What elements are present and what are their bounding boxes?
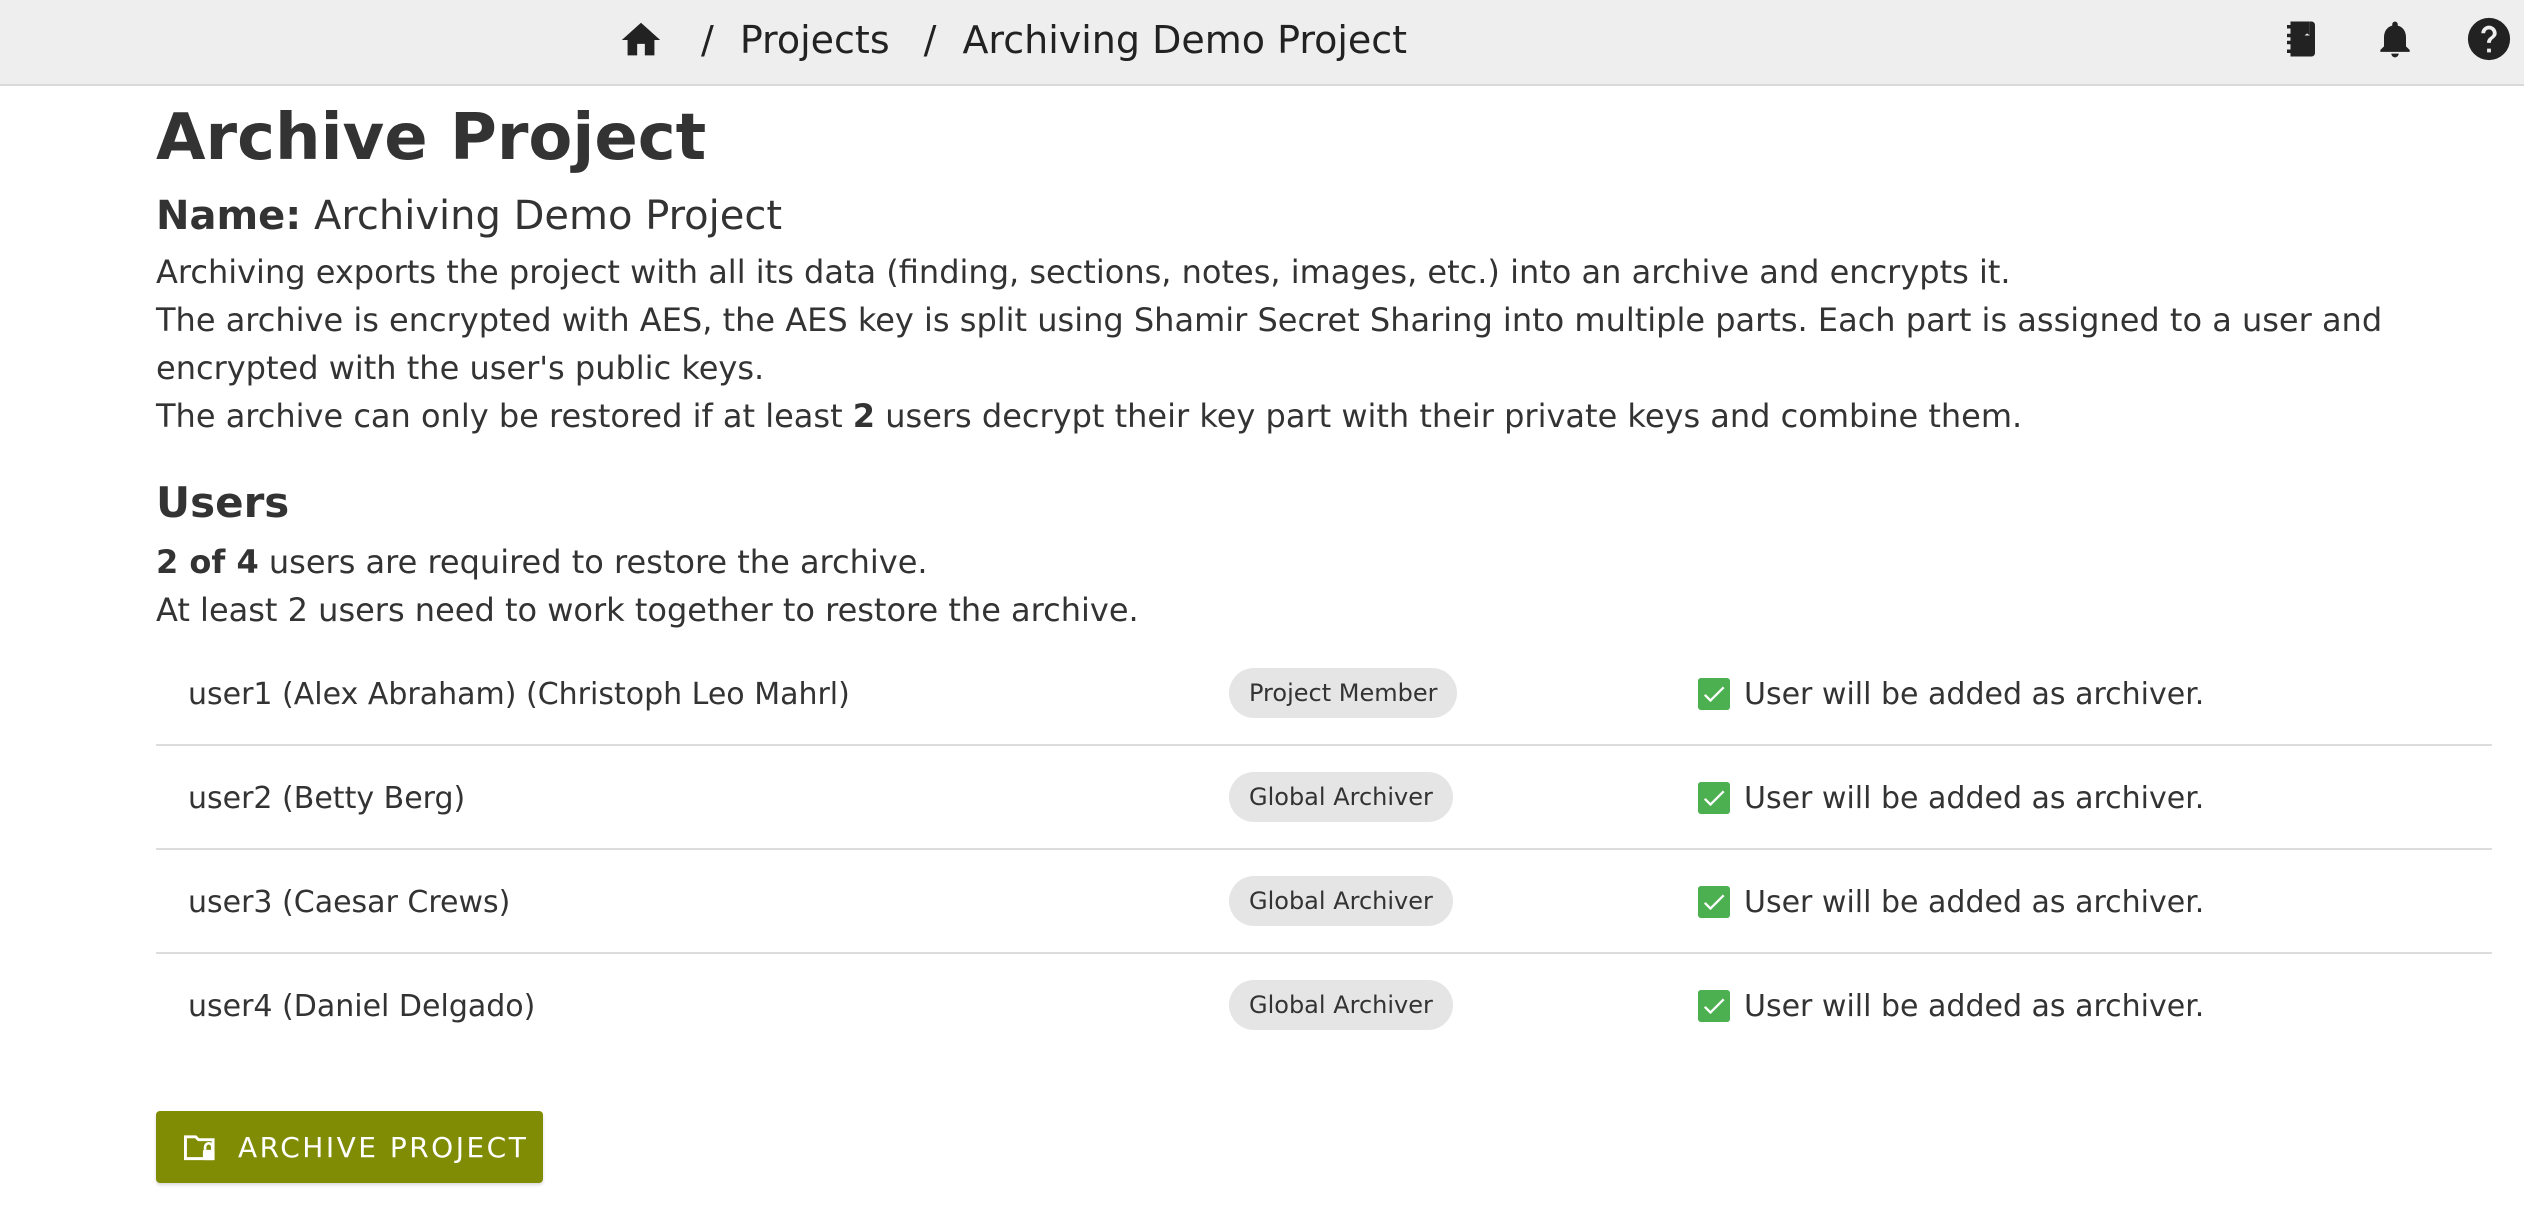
users-list: user1 (Alex Abraham) (Christoph Leo Mahr… <box>156 642 2492 1058</box>
threshold-count: 2 <box>852 397 876 435</box>
description-line-3: The archive can only be restored if at l… <box>156 392 2496 440</box>
breadcrumb-projects[interactable]: Projects <box>740 18 890 62</box>
role-chip: Project Member <box>1229 668 1458 718</box>
user-name: user1 (Alex Abraham) (Christoph Leo Mahr… <box>188 676 850 712</box>
checkbox-checked-icon <box>1698 886 1730 918</box>
role-chip: Global Archiver <box>1229 980 1453 1030</box>
breadcrumb-separator: / <box>701 18 714 62</box>
user-row: user4 (Daniel Delgado) Global Archiver U… <box>156 954 2492 1058</box>
breadcrumb-separator: / <box>923 18 937 62</box>
checkbox-checked-icon <box>1698 782 1730 814</box>
required-count: 2 of 4 <box>156 543 259 581</box>
breadcrumb-current-project[interactable]: Archiving Demo Project <box>962 18 1407 62</box>
description-line-3-prefix: The archive can only be restored if at l… <box>156 397 853 435</box>
role-chip: Global Archiver <box>1229 772 1453 822</box>
breadcrumb: / Projects / Archiving Demo Project <box>615 0 1407 80</box>
users-heading: Users <box>156 478 290 527</box>
notebook-icon[interactable] <box>2276 14 2326 64</box>
user-name: user2 (Betty Berg) <box>188 780 466 816</box>
user-row: user1 (Alex Abraham) (Christoph Leo Mahr… <box>156 642 2492 746</box>
archiver-status: User will be added as archiver. <box>1698 642 2204 746</box>
archiver-status-text: User will be added as archiver. <box>1744 780 2205 816</box>
user-row: user3 (Caesar Crews) Global Archiver Use… <box>156 850 2492 954</box>
user-name: user4 (Daniel Delgado) <box>188 988 536 1024</box>
archiver-status-text: User will be added as archiver. <box>1744 884 2205 920</box>
checkbox-checked-icon <box>1698 678 1730 710</box>
page-title: Archive Project <box>156 101 707 175</box>
role-chip: Global Archiver <box>1229 876 1453 926</box>
home-icon[interactable] <box>615 17 667 63</box>
archiver-status: User will be added as archiver. <box>1698 850 2204 954</box>
folder-lock-icon <box>182 1131 218 1163</box>
project-name-line: Name: Archiving Demo Project <box>156 190 782 242</box>
user-name: user3 (Caesar Crews) <box>188 884 511 920</box>
archive-project-button[interactable]: ARCHIVE PROJECT <box>156 1111 543 1183</box>
description-line-1: Archiving exports the project with all i… <box>156 253 2011 291</box>
archiver-status: User will be added as archiver. <box>1698 954 2204 1058</box>
name-label: Name: <box>156 193 302 239</box>
archiver-status-text: User will be added as archiver. <box>1744 988 2205 1024</box>
user-row: user2 (Betty Berg) Global Archiver User … <box>156 746 2492 850</box>
archive-description: Archiving exports the project with all i… <box>156 248 2496 440</box>
checkbox-checked-icon <box>1698 990 1730 1022</box>
archiver-status: User will be added as archiver. <box>1698 746 2204 850</box>
description-line-3-suffix: users decrypt their key part with their … <box>875 397 2023 435</box>
help-icon[interactable] <box>2464 14 2514 64</box>
archive-project-label: ARCHIVE PROJECT <box>238 1130 529 1164</box>
users-need-text: At least 2 users need to work together t… <box>156 591 1139 629</box>
project-name-value: Archiving Demo Project <box>314 193 783 239</box>
users-required-text: 2 of 4 users are required to restore the… <box>156 538 928 586</box>
bell-icon[interactable] <box>2370 14 2420 64</box>
description-line-2: The archive is encrypted with AES, the A… <box>156 301 2383 387</box>
required-suffix: users are required to restore the archiv… <box>258 543 928 581</box>
top-app-bar: / Projects / Archiving Demo Project <box>0 0 2524 86</box>
archiver-status-text: User will be added as archiver. <box>1744 676 2205 712</box>
